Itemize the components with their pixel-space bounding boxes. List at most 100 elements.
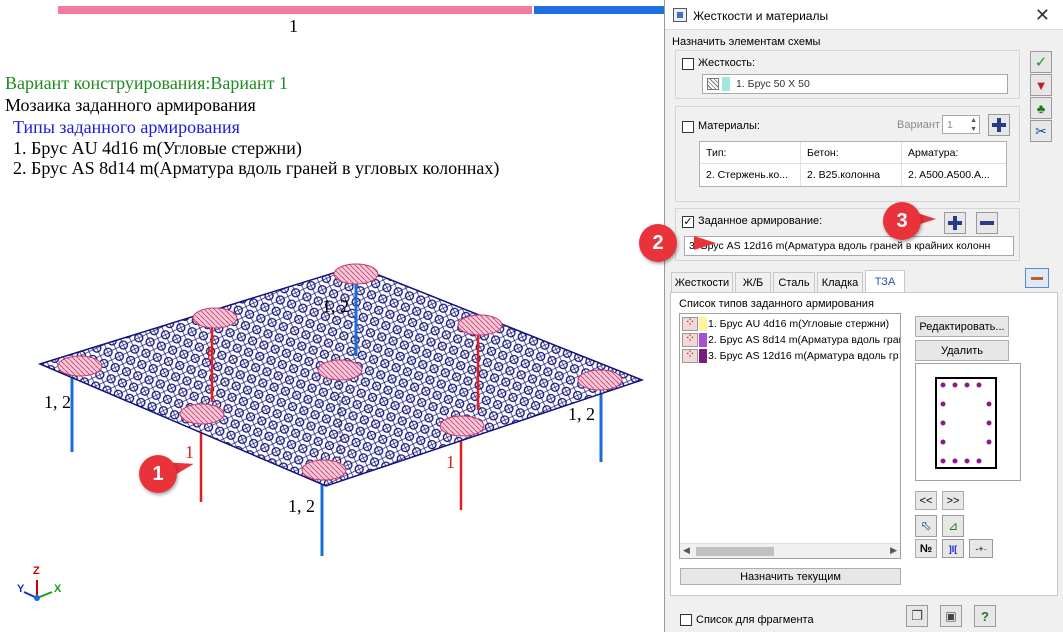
axis-x-label: X (54, 583, 62, 595)
list-item[interactable]: 2. Брус AS 8d14 m(Арматура вдоль гран (682, 331, 900, 348)
collapse-button[interactable] (1025, 268, 1049, 288)
variant-value: 1 (947, 118, 953, 131)
label-c1-b: 1 (446, 452, 455, 472)
pick-button[interactable]: ▣ (940, 605, 962, 627)
cell-rebar: 2. A500.A500.A... (908, 169, 990, 181)
model-canvas[interactable]: 1 Вариант конструирования:Вариант 1 Моза… (0, 0, 664, 632)
label-c12-right: 1, 2 (568, 404, 595, 424)
section-preview (915, 363, 1021, 481)
collapse-icon (1031, 276, 1043, 280)
materials-group: Материалы: Вариант 1 ▲ ▼ Тип: Бетон: Арма… (675, 106, 1020, 202)
col-rebar: Арматура: (908, 146, 959, 159)
rebar-field[interactable]: 3. Брус AS 12d16 m(Арматура вдоль граней… (684, 236, 1014, 256)
type-item-1: 1. Брус AU 4d16 m(Угловые стержни) (13, 138, 302, 158)
scroll-thumb[interactable] (696, 547, 774, 556)
tab-steel[interactable]: Сталь (773, 272, 815, 292)
tab-stiffness[interactable]: Жесткости (671, 272, 733, 292)
prev-button[interactable]: << (915, 491, 937, 510)
list-item-swatch (699, 317, 707, 331)
pointer-button[interactable]: ⬁ (915, 515, 937, 537)
number-button[interactable]: № (915, 539, 937, 558)
plus-icon (948, 216, 962, 230)
help-button[interactable]: ? (974, 605, 996, 627)
next-button[interactable]: >> (942, 491, 964, 510)
stiffness-field[interactable]: 1. Брус 50 X 50 (702, 74, 1008, 94)
brush-button[interactable]: ♣ (1030, 97, 1052, 119)
add-point-icon: -+· (975, 543, 987, 554)
rebar-type-icon (682, 315, 698, 331)
rebar-types-list[interactable]: 1. Брус AU 4d16 m(Угловые стержни) 2. Бр… (679, 313, 901, 559)
measure-button[interactable]: ⊿ (942, 515, 964, 537)
spacing-button[interactable]: ]I[ (942, 539, 964, 558)
list-item-swatch (699, 349, 707, 363)
type-item-2: 2. Брус AS 8d14 m(Арматура вдоль граней … (13, 158, 500, 178)
assign-current-button[interactable]: Назначить текущим (680, 568, 901, 585)
filter-button[interactable]: ▼ (1030, 74, 1052, 96)
scroll-right-icon[interactable]: ▶ (890, 545, 897, 556)
callout-1: 1 (139, 455, 177, 493)
list-item[interactable]: 3. Брус AS 12d16 m(Арматура вдоль гр (682, 347, 899, 364)
check-icon: ✓ (1034, 54, 1048, 71)
list-item-swatch (699, 333, 707, 347)
scroll-left-icon[interactable]: ◀ (683, 545, 690, 556)
tab-rc[interactable]: Ж/Б (735, 272, 771, 292)
delete-button[interactable]: Удалить (915, 340, 1009, 361)
variant-spinner[interactable]: 1 ▲ ▼ (942, 115, 980, 134)
callout-2-pointer-shape (694, 236, 716, 250)
close-icon[interactable]: ✕ (1035, 5, 1050, 26)
stiffness-materials-dialog: Жесткости и материалы ✕ Назначить элемен… (639, 0, 1063, 632)
rebar-checkbox[interactable]: ✓ (682, 216, 694, 228)
tab-masonry[interactable]: Кладка (817, 272, 863, 292)
stiffness-checkbox[interactable] (682, 58, 694, 70)
mosaic-title: Мозаика заданного армирования (5, 95, 256, 115)
tza-panel: Список типов заданного армирования 1. Бр… (670, 292, 1058, 596)
add-rebar-button[interactable] (944, 212, 966, 234)
spacing-icon: ]I[ (948, 543, 958, 554)
label-c12-bottom: 1, 2 (288, 496, 315, 516)
axes-indicator (23, 580, 53, 601)
dialog-title: Жесткости и материалы (693, 9, 829, 23)
edit-button[interactable]: Редактировать... (915, 316, 1009, 337)
stiffness-value: 1. Брус 50 X 50 (736, 78, 810, 90)
stiffness-group: Жесткость: 1. Брус 50 X 50 (675, 50, 1020, 99)
rebar-label: Заданное армирование: (698, 215, 823, 227)
list-item[interactable]: 1. Брус AU 4d16 m(Угловые стержни) (682, 315, 889, 332)
add-point-button[interactable]: -+· (969, 539, 993, 558)
variant-label: Вариант (897, 119, 940, 131)
axis-y-label: Y (17, 583, 25, 595)
scissors-button[interactable]: ✂ (1030, 120, 1052, 142)
rebar-type-icon (682, 347, 698, 363)
filter-icon: ▼ (1034, 77, 1048, 93)
materials-table[interactable]: Тип: Бетон: Арматура: 2. Стержень.ко... … (699, 141, 1007, 187)
plus-icon (992, 118, 1006, 132)
stiffness-label: Жесткость: (698, 57, 756, 69)
brush-icon: ♣ (1036, 100, 1046, 116)
axis-z-label: Z (33, 565, 40, 577)
label-c12-top: 1, 2 (322, 296, 349, 316)
variant-line: Вариант конструирования:Вариант 1 (5, 73, 288, 93)
callout-2: 2 (639, 224, 677, 262)
remove-rebar-button[interactable] (976, 212, 998, 234)
section-drawing (935, 377, 997, 469)
pointer-icon: ⬁ (920, 518, 932, 533)
materials-checkbox[interactable] (682, 121, 694, 133)
spinner-arrows-icon[interactable]: ▲ ▼ (970, 116, 977, 133)
cell-concrete: 2. B25.колонна (801, 164, 902, 186)
check-button[interactable]: ✓ (1030, 51, 1052, 73)
list-item-label: 3. Брус AS 12d16 m(Арматура вдоль гр (708, 350, 899, 362)
table-row[interactable]: 2. Стержень.ко... 2. B25.колонна 2. A500… (700, 164, 1006, 186)
tab-tza[interactable]: ТЗА (865, 270, 905, 293)
col-concrete: Бетон: (801, 142, 902, 163)
pick-icon: ▣ (945, 609, 957, 623)
copy-button[interactable]: ❐ (906, 605, 928, 627)
fragment-checkbox[interactable] (680, 614, 692, 626)
app-icon (673, 8, 687, 22)
materials-table-header: Тип: Бетон: Арматура: (700, 142, 1006, 164)
stiffness-color-swatch (722, 77, 730, 91)
top-bar-blue (534, 6, 664, 14)
measure-icon: ⊿ (947, 519, 959, 533)
list-hscrollbar[interactable]: ◀ ▶ (680, 543, 900, 558)
add-material-button[interactable] (988, 114, 1010, 136)
label-c12-left: 1, 2 (44, 392, 71, 412)
dialog-titlebar[interactable]: Жесткости и материалы ✕ (665, 0, 1063, 30)
